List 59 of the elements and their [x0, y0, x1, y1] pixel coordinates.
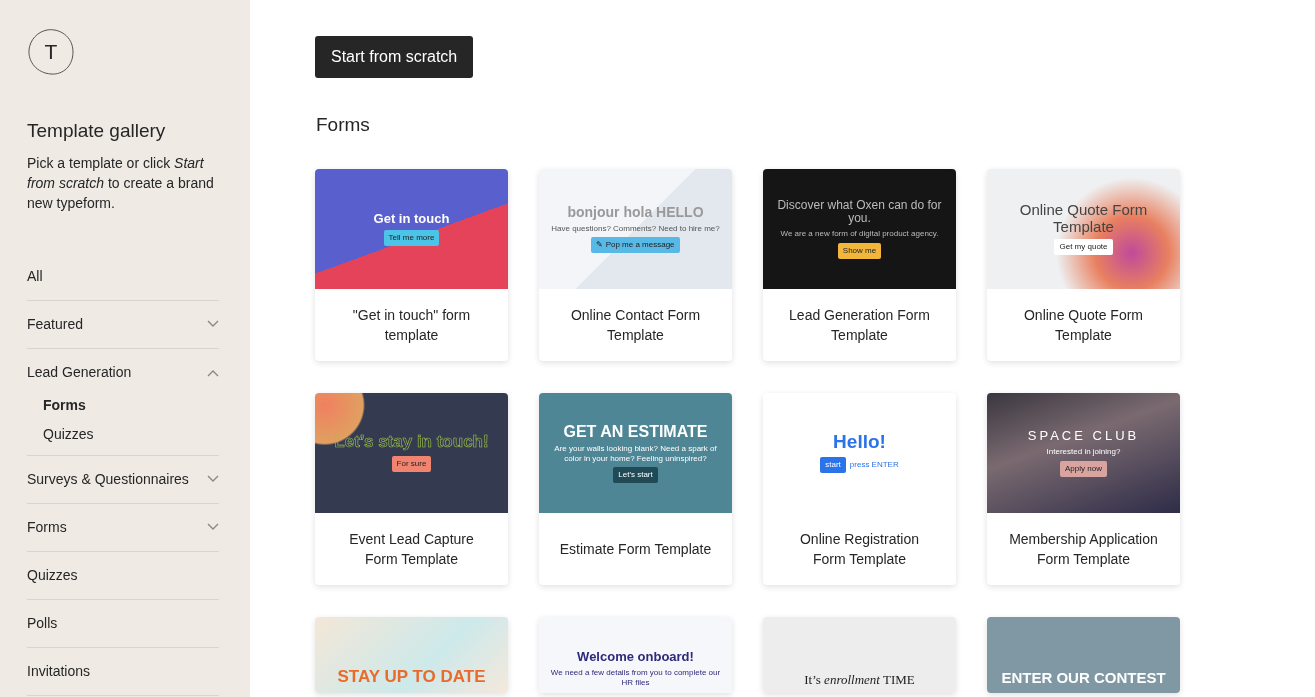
logo-icon: T: [27, 28, 75, 76]
preview-text: Interested in joining?: [1046, 447, 1121, 457]
category-item[interactable]: Featured: [27, 300, 219, 349]
template-card[interactable]: GET AN ESTIMATE Are your walls looking blank? Need a spark of color in your home? Feeling uninspired? Let's start Estimate Form Template: [539, 392, 732, 585]
category-item[interactable]: All: [27, 252, 219, 301]
template-title: "Get in touch" form template: [351, 305, 472, 345]
template-title: Event Lead Capture Form Template: [348, 529, 475, 569]
preview-button: Tell me more: [383, 229, 440, 246]
preview-headline: Get in touch: [373, 211, 450, 226]
template-card[interactable]: Discover what Oxen can do for you. We are a new form of digital product agency. Show me Lead Generation Form Template: [763, 168, 956, 361]
template-card[interactable]: bonjour hola HELLO Have questions? Comments? Need to hire me? ✎ Pop me a message Online Contact Form Template: [539, 168, 732, 361]
subcategory-item[interactable]: Quizzes: [27, 419, 110, 449]
preview-headline: GET AN ESTIMATE: [563, 422, 708, 441]
preview-headline: Online Quote Form Template: [1018, 202, 1149, 236]
preview-text: Have questions? Comments? Need to hire me?: [551, 223, 720, 234]
preview-button: Let's start: [613, 466, 658, 483]
preview-button: start: [820, 457, 846, 474]
preview-text: We are a new form of digital product agency.: [780, 229, 939, 239]
template-card[interactable]: Welcome onboard! We need a few details from you to complete our HR files: [539, 616, 732, 693]
preview-text: Are your walls looking blank? Need a spark of color in your home? Feeling uninspired?: [553, 444, 718, 463]
preview-headline: Hello!: [833, 432, 886, 454]
preview-headline: STAY UP TO DATE: [337, 668, 486, 687]
template-title: Online Registration Form Template: [798, 529, 921, 569]
preview-headline: Let’s stay in touch!: [334, 433, 489, 453]
preview-headline: Discover what Oxen can do for you.: [776, 199, 943, 226]
template-card[interactable]: It’s enrollment TIME: [763, 616, 956, 693]
template-title: Online Quote Form Template: [1022, 305, 1145, 345]
template-card[interactable]: Get in touch Tell me more "Get in touch" form template: [315, 168, 508, 361]
template-card[interactable]: Online Quote Form Template Get my quote Online Quote Form Template: [987, 168, 1180, 361]
template-title: Lead Generation Form Template: [788, 305, 931, 345]
preview-headline: Welcome onboard!: [577, 650, 694, 665]
template-card[interactable]: SPACE CLUB Interested in joining? Apply now Membership Application Form Template: [987, 392, 1180, 585]
start-from-scratch-button[interactable]: Start from scratch: [315, 36, 474, 78]
preview-button: ✎ Pop me a message: [591, 237, 680, 254]
preview-button: For sure: [391, 456, 432, 473]
category-item[interactable]: Invitations: [27, 647, 219, 696]
preview-button: Get my quote: [1054, 239, 1113, 256]
preview-text: We need a few details from you to complete our HR files: [549, 668, 722, 687]
subcategory-item[interactable]: Forms: [27, 390, 102, 420]
template-title: Estimate Form Template: [558, 539, 713, 559]
sidebar-description: Pick a template or click Start from scratch to create a brand new typeform.: [27, 153, 215, 213]
preview-button: Show me: [837, 242, 882, 259]
preview-headline: SPACE CLUB: [1027, 429, 1140, 444]
sidebar-title: Template gallery: [27, 120, 167, 143]
category-item[interactable]: Quizzes: [27, 551, 219, 600]
preview-headline: bonjour hola HELLO: [567, 204, 704, 220]
section-title: Forms: [316, 114, 371, 137]
preview-hint: press ENTER: [849, 459, 899, 472]
preview-headline: It’s enrollment TIME: [804, 672, 915, 687]
template-title: Membership Application Form Template: [1008, 529, 1159, 569]
category-item[interactable]: Lead Generation: [27, 348, 219, 391]
template-title: Online Contact Form Template: [569, 305, 702, 345]
category-item[interactable]: Polls: [27, 599, 219, 648]
preview-button: Apply now: [1060, 460, 1107, 477]
category-item[interactable]: Forms: [27, 503, 219, 552]
preview-headline: ENTER OUR CONTEST: [1001, 670, 1166, 687]
category-item[interactable]: Surveys & Questionnaires: [27, 455, 219, 504]
template-card[interactable]: Let’s stay in touch! For sure Event Lead Capture Form Template: [315, 392, 508, 585]
template-card[interactable]: Hello! start press ENTER Online Registration Form Template: [763, 392, 956, 585]
